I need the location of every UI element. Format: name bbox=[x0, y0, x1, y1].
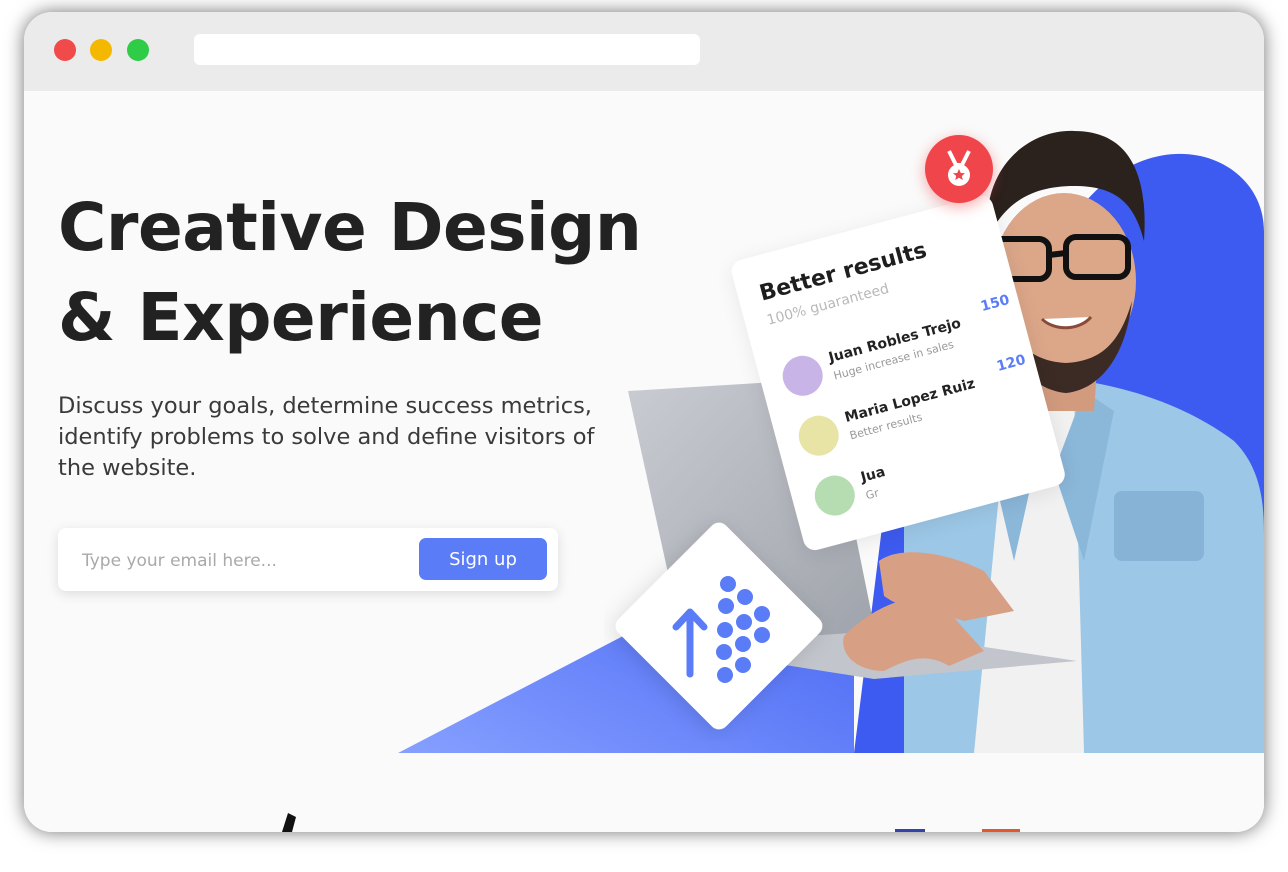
partner-logo-fragment bbox=[895, 829, 925, 832]
medal-icon bbox=[925, 135, 993, 203]
signup-button[interactable]: Sign up bbox=[419, 538, 547, 580]
partner-logo-fragment bbox=[282, 813, 296, 832]
result-desc: Gr bbox=[864, 486, 881, 503]
result-score: 120 bbox=[995, 351, 1028, 375]
avatar bbox=[794, 411, 844, 461]
browser-titlebar bbox=[24, 12, 1264, 91]
avatar bbox=[778, 351, 828, 401]
hero-headline: Creative Design & Experience bbox=[58, 183, 642, 363]
partner-logo-fragment bbox=[982, 829, 1020, 832]
page-content: Better results 100% guaranteed Juan Robl… bbox=[24, 91, 1264, 832]
signup-form: Sign up bbox=[58, 528, 558, 591]
close-dot-icon[interactable] bbox=[54, 39, 76, 61]
email-input[interactable] bbox=[80, 546, 394, 576]
hero-headline-line2: & Experience bbox=[58, 279, 544, 356]
maximize-dot-icon[interactable] bbox=[127, 39, 149, 61]
hero-headline-line1: Creative Design bbox=[58, 189, 642, 266]
hero-description: Discuss your goals, determine success me… bbox=[58, 393, 595, 481]
result-name: Jua bbox=[859, 464, 888, 486]
address-bar[interactable] bbox=[194, 34, 700, 65]
minimize-dot-icon[interactable] bbox=[90, 39, 112, 61]
browser-window: Better results 100% guaranteed Juan Robl… bbox=[24, 12, 1264, 832]
growth-arrow-icon bbox=[615, 522, 823, 730]
result-score: 150 bbox=[978, 291, 1012, 316]
